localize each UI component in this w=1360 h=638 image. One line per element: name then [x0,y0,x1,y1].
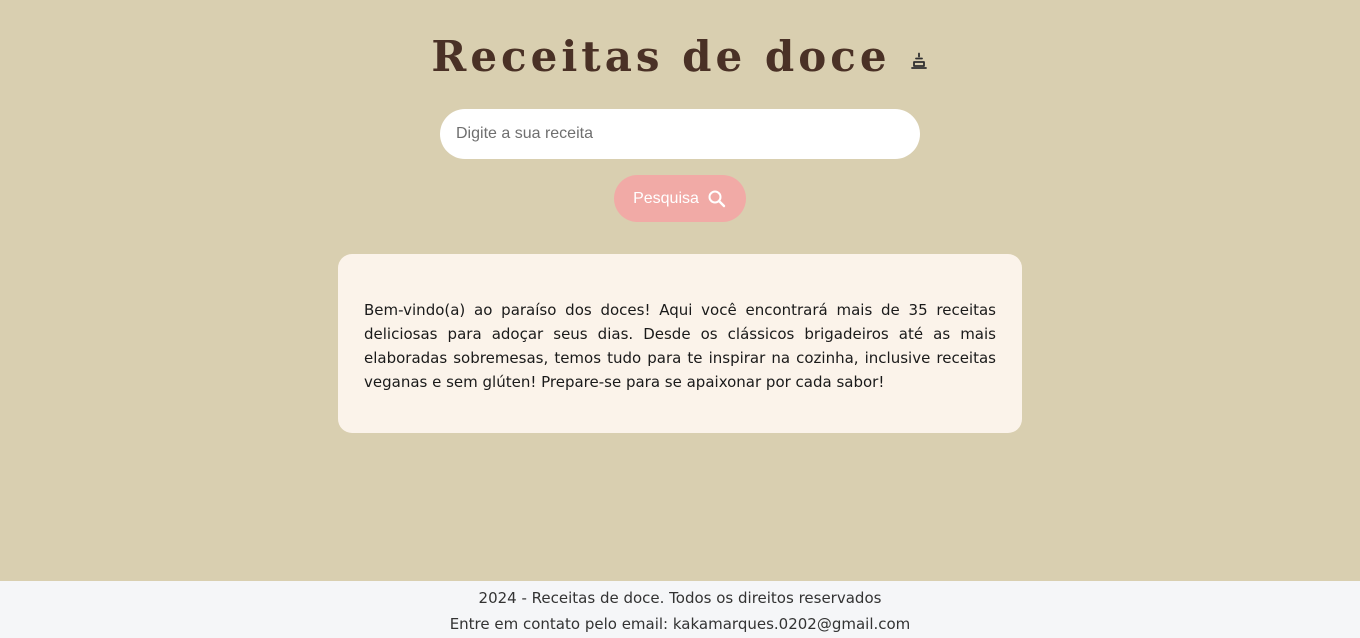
page-title: Receitas de doce [431,32,891,81]
search-button[interactable]: Pesquisa [614,175,746,222]
main-page: Receitas de doce Pesquisa Bem-vindo(a) a… [0,0,1360,581]
footer-copyright: 2024 - Receitas de doce. Todos os direit… [478,589,882,607]
footer-contact: Entre em contato pelo email: kakamarques… [449,615,911,633]
footer: 2024 - Receitas de doce. Todos os direit… [0,581,1360,638]
intro-text: Bem-vindo(a) ao paraíso dos doces! Aqui … [364,301,996,391]
search-icon [707,189,727,209]
cake-icon [909,51,929,71]
search-button-label: Pesquisa [633,189,699,207]
intro-card: Bem-vindo(a) ao paraíso dos doces! Aqui … [338,254,1022,433]
search-input[interactable] [440,109,920,159]
header: Receitas de doce [0,32,1360,82]
